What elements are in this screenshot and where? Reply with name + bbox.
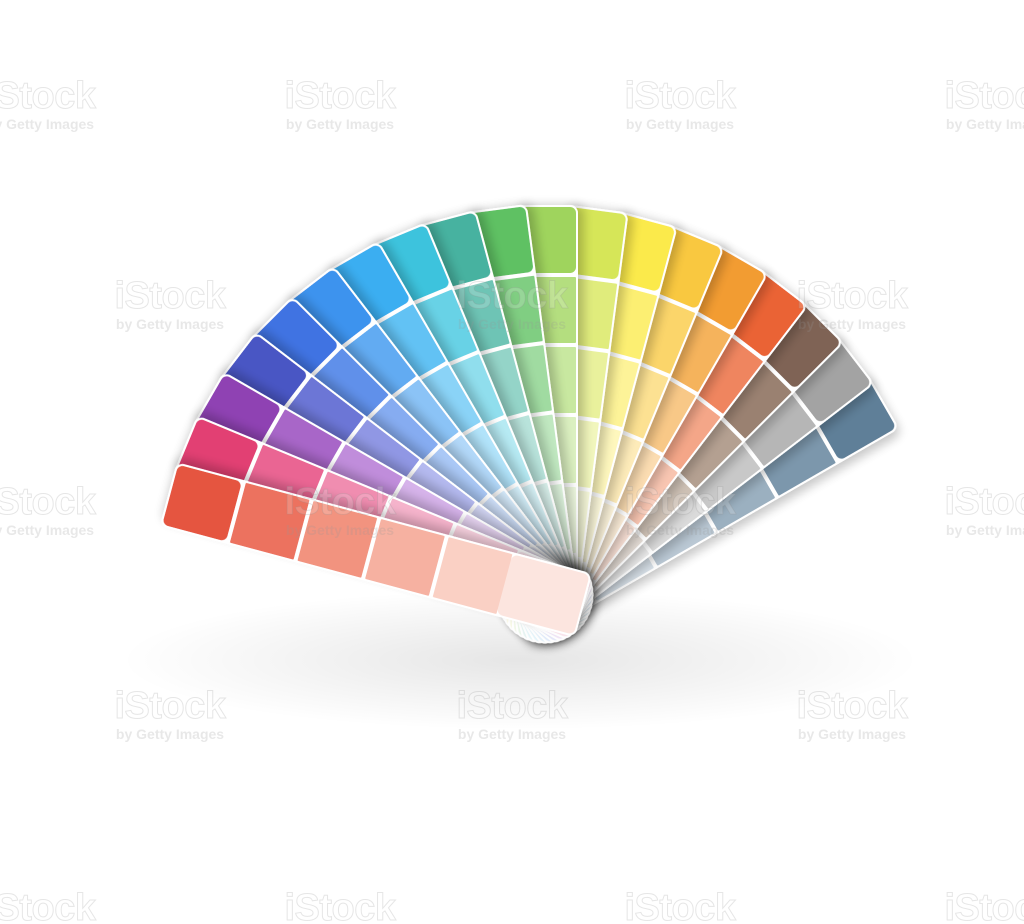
color-swatch-fan: [120, 205, 920, 730]
swatch-cards: [161, 205, 897, 644]
stock-photo: iStock by Getty Images iStock by Getty I…: [0, 0, 1024, 924]
